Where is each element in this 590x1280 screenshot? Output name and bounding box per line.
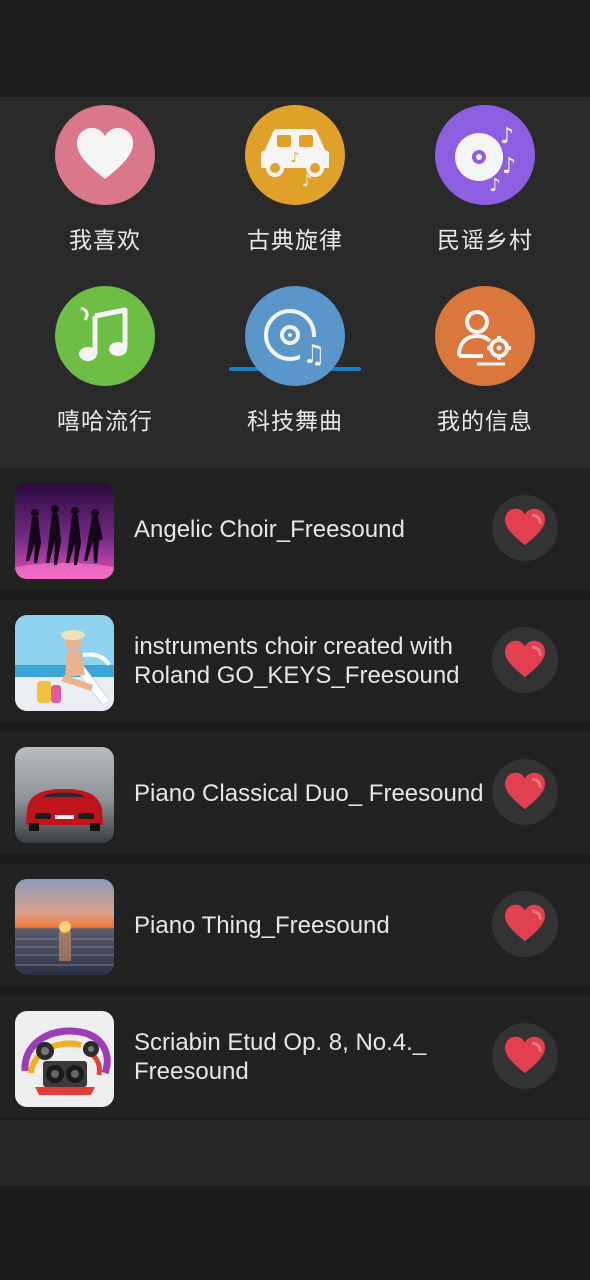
- user-settings-icon: [435, 286, 535, 386]
- track-title: Scriabin Etud Op. 8, No.4._ Freesound: [134, 1029, 427, 1085]
- dancers-thumbnail: [15, 483, 114, 579]
- bottom-background: [0, 1186, 590, 1280]
- sunset-sea-thumbnail: [15, 879, 114, 975]
- bottom-bar: [0, 1120, 590, 1186]
- heart-icon: [505, 772, 545, 810]
- heart-icon: [55, 105, 155, 205]
- heart-icon: [505, 1036, 545, 1074]
- track-row[interactable]: Scriabin Etud Op. 8, No.4._ Freesound: [0, 996, 590, 1118]
- track-row[interactable]: Piano Classical Duo_ Freesound: [0, 732, 590, 854]
- track-row[interactable]: Angelic Choir_Freesound: [0, 468, 590, 590]
- disc-music-icon: ♪ ♪ ♪: [435, 105, 535, 205]
- svg-text:♪: ♪: [500, 124, 514, 149]
- speakers-music-thumbnail: [15, 1011, 114, 1107]
- svg-text:♪: ♪: [489, 175, 501, 195]
- category-hiphop-pop[interactable]: 嘻哈流行: [30, 278, 180, 438]
- category-classical[interactable]: ♪ ♪ 古典旋律: [220, 97, 370, 257]
- track-title: instruments choir created with Roland GO…: [134, 633, 460, 689]
- like-button[interactable]: [492, 891, 558, 957]
- category-label: 科技舞曲: [247, 409, 343, 435]
- like-button[interactable]: [492, 495, 558, 561]
- category-techno-dance[interactable]: ♫ 科技舞曲: [220, 278, 370, 438]
- top-bar: [0, 0, 590, 97]
- category-label: 我喜欢: [69, 228, 141, 254]
- category-favorites[interactable]: 我喜欢: [30, 97, 180, 257]
- music-note-icon: [55, 286, 155, 386]
- category-grid: 我喜欢 ♪ ♪ 古典旋律 ♪ ♪ ♪ 民谣乡村 嘻哈流行 ♫ 科技舞曲 我的信息: [0, 97, 590, 468]
- track-list: Angelic Choir_Freesound instruments choi…: [0, 468, 590, 1118]
- category-my-info[interactable]: 我的信息: [410, 278, 560, 438]
- heart-icon: [505, 640, 545, 678]
- car-music-icon: ♪ ♪: [245, 105, 345, 205]
- category-label: 嘻哈流行: [57, 409, 153, 435]
- svg-text:♪: ♪: [302, 171, 312, 190]
- heart-icon: [505, 904, 545, 942]
- red-sports-car-thumbnail: [15, 747, 114, 843]
- heart-icon: [505, 508, 545, 546]
- svg-text:♪: ♪: [502, 154, 516, 179]
- svg-text:♫: ♫: [302, 340, 325, 370]
- beach-woman-thumbnail: [15, 615, 114, 711]
- track-title: Angelic Choir_Freesound: [134, 515, 405, 543]
- track-row[interactable]: Piano Thing_Freesound: [0, 864, 590, 986]
- track-title: Piano Thing_Freesound: [134, 911, 390, 939]
- category-label: 古典旋律: [247, 228, 343, 254]
- category-label: 我的信息: [437, 409, 533, 435]
- like-button[interactable]: [492, 1023, 558, 1089]
- category-label: 民谣乡村: [437, 228, 533, 254]
- like-button[interactable]: [492, 627, 558, 693]
- track-row[interactable]: instruments choir created with Roland GO…: [0, 600, 590, 722]
- cd-music-icon: ♫: [245, 286, 345, 386]
- track-title: Piano Classical Duo_ Freesound: [134, 779, 484, 807]
- like-button[interactable]: [492, 759, 558, 825]
- category-folk-country[interactable]: ♪ ♪ ♪ 民谣乡村: [410, 97, 560, 257]
- svg-text:♪: ♪: [291, 150, 300, 166]
